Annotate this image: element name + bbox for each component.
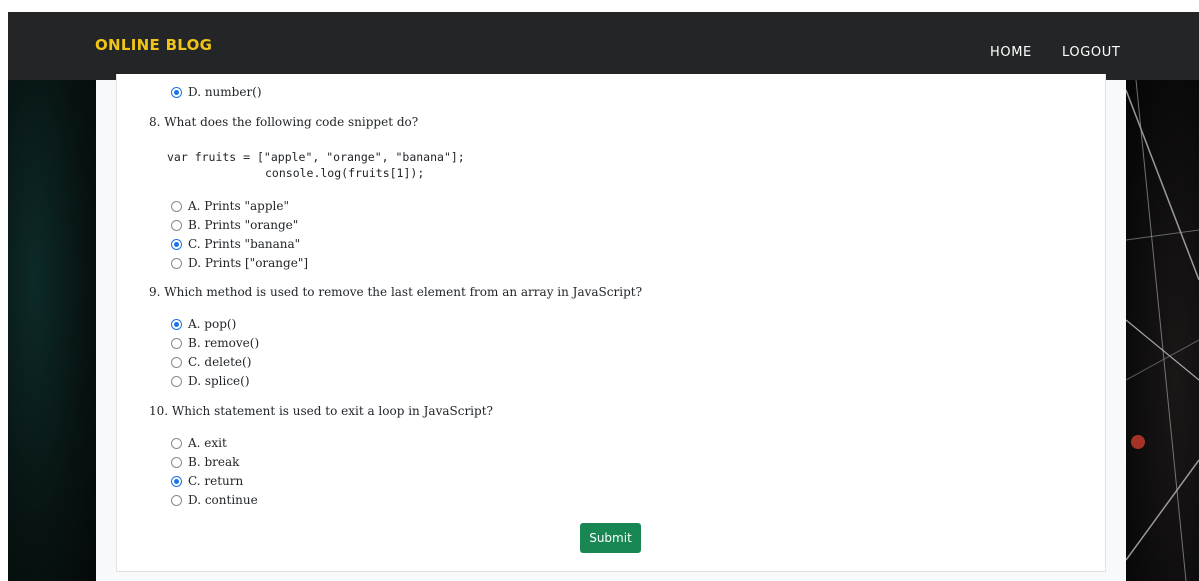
question-10-option-b[interactable]: B. break bbox=[171, 453, 239, 471]
code-line-1: var fruits = ["apple", "orange", "banana… bbox=[167, 150, 465, 164]
radio-button[interactable] bbox=[171, 219, 182, 231]
question-10-option-d[interactable]: D. continue bbox=[171, 491, 258, 509]
question-8-text: 8. What does the following code snippet … bbox=[149, 115, 419, 129]
radio-button[interactable] bbox=[171, 257, 182, 269]
question-8-option-d[interactable]: D. Prints ["orange"] bbox=[171, 254, 308, 272]
submit-button[interactable]: Submit bbox=[580, 523, 641, 553]
navbar: ONLINE BLOG HOME LOGOUT bbox=[8, 12, 1199, 80]
question-9-option-b[interactable]: B. remove() bbox=[171, 334, 259, 352]
radio-button[interactable] bbox=[171, 375, 182, 387]
question-10-text: 10. Which statement is used to exit a lo… bbox=[149, 404, 493, 418]
left-edge bbox=[0, 12, 8, 581]
question-8-option-a[interactable]: A. Prints "apple" bbox=[171, 197, 289, 215]
radio-button[interactable] bbox=[171, 475, 182, 487]
background-lines-graphic bbox=[1126, 80, 1199, 581]
option-label: A. Prints "apple" bbox=[188, 199, 289, 213]
option-label: D. splice() bbox=[188, 374, 250, 388]
option-label: B. remove() bbox=[188, 336, 260, 350]
question-9-option-a[interactable]: A. pop() bbox=[171, 315, 236, 333]
background-right-panel bbox=[1126, 80, 1199, 581]
radio-button[interactable] bbox=[171, 86, 182, 98]
option-label: C. delete() bbox=[188, 355, 252, 369]
radio-button[interactable] bbox=[171, 437, 182, 449]
option-label: A. pop() bbox=[188, 317, 237, 331]
quiz-panel bbox=[116, 74, 1106, 572]
option-label: D. continue bbox=[188, 493, 258, 507]
prev-question-option-d[interactable]: D. number() bbox=[171, 83, 262, 101]
question-10-option-c[interactable]: C. return bbox=[171, 472, 243, 490]
radio-button[interactable] bbox=[171, 337, 182, 349]
nav-home-link[interactable]: HOME bbox=[990, 45, 1032, 60]
option-label: D. Prints ["orange"] bbox=[188, 256, 309, 270]
brand-logo[interactable]: ONLINE BLOG bbox=[95, 36, 212, 54]
radio-button[interactable] bbox=[171, 318, 182, 330]
option-label: D. number() bbox=[188, 85, 262, 99]
question-8-option-c[interactable]: C. Prints "banana" bbox=[171, 235, 300, 253]
radio-button[interactable] bbox=[171, 494, 182, 506]
question-9-option-d[interactable]: D. splice() bbox=[171, 372, 250, 390]
option-label: C. Prints "banana" bbox=[188, 237, 301, 251]
radio-button[interactable] bbox=[171, 200, 182, 212]
question-9-text: 9. Which method is used to remove the la… bbox=[149, 285, 643, 299]
question-9-option-c[interactable]: C. delete() bbox=[171, 353, 251, 371]
option-label: B. break bbox=[188, 455, 240, 469]
code-line-2: console.log(fruits[1]); bbox=[265, 166, 425, 180]
radio-button[interactable] bbox=[171, 356, 182, 368]
nav-logout-link[interactable]: LOGOUT bbox=[1062, 45, 1120, 60]
top-strip bbox=[0, 0, 1199, 12]
option-label: A. exit bbox=[188, 436, 227, 450]
option-label: B. Prints "orange" bbox=[188, 218, 299, 232]
radio-button[interactable] bbox=[171, 238, 182, 250]
question-8-option-b[interactable]: B. Prints "orange" bbox=[171, 216, 298, 234]
option-label: C. return bbox=[188, 474, 244, 488]
background-left-panel bbox=[8, 80, 96, 581]
question-10-option-a[interactable]: A. exit bbox=[171, 434, 227, 452]
radio-button[interactable] bbox=[171, 456, 182, 468]
